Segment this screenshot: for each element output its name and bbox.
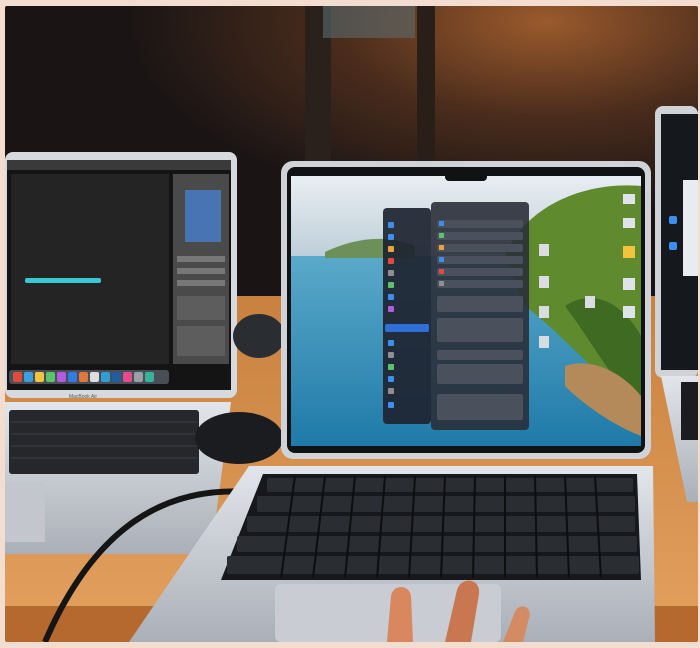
window-light	[323, 6, 415, 38]
left-laptop-brand: MacBook Air	[69, 394, 97, 400]
photoshop-canvas	[11, 174, 169, 364]
mouse-top	[233, 314, 285, 358]
scene: MacBook Air	[5, 6, 698, 642]
panel-row	[177, 268, 225, 274]
right-screen-icon	[669, 216, 677, 224]
panel-row	[177, 296, 225, 320]
panel-row	[177, 326, 225, 356]
color-picker-gradient	[185, 190, 221, 242]
photoshop-menubar	[7, 160, 231, 170]
panel-row	[177, 256, 225, 262]
left-trackpad	[5, 482, 45, 542]
panel-row	[177, 280, 225, 286]
photo-frame: MacBook Air	[5, 6, 698, 642]
right-screen-icon	[669, 242, 677, 250]
right-keyboard	[681, 382, 698, 440]
right-screen-window	[683, 180, 698, 276]
mouse	[195, 412, 283, 464]
shelf-post-right	[417, 6, 435, 171]
cyan-line	[25, 278, 101, 283]
notch	[445, 167, 487, 181]
left-keyboard	[9, 410, 199, 474]
